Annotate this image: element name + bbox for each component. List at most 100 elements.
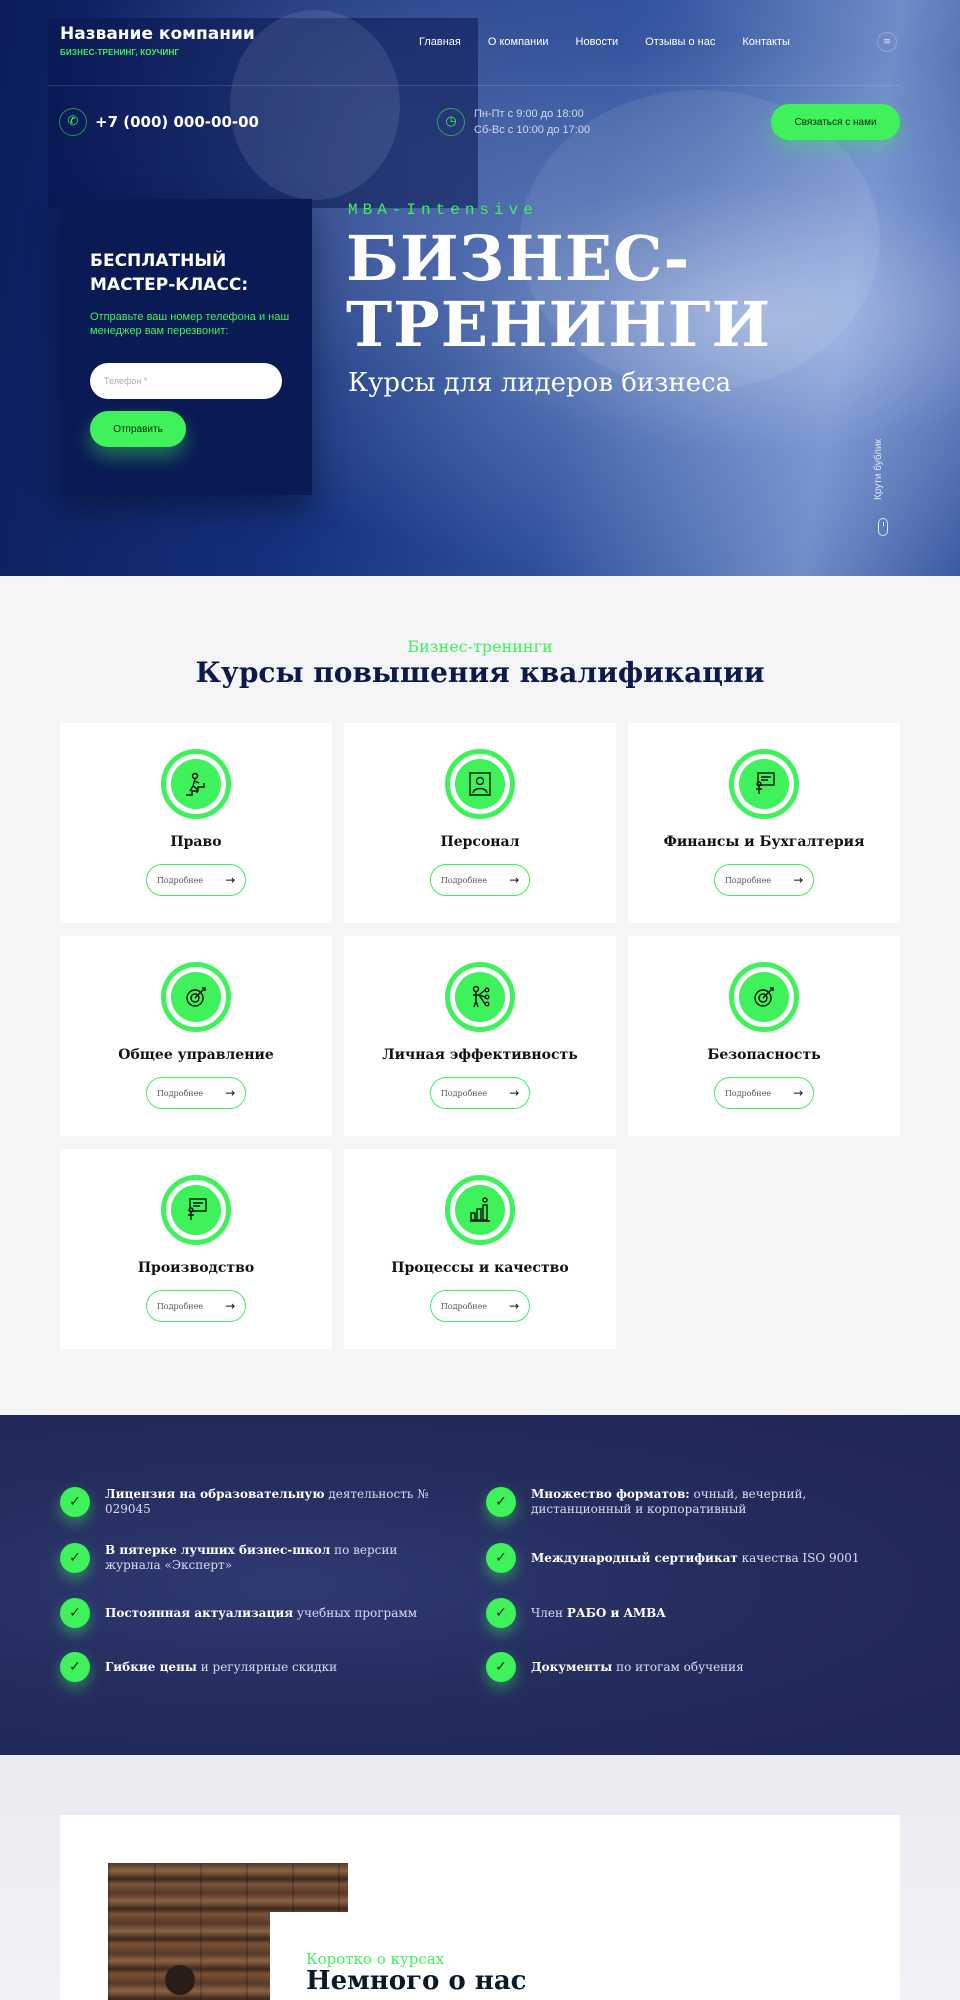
nav-home[interactable]: Главная (419, 36, 461, 48)
contact-us-button[interactable]: Связаться с нами (771, 104, 900, 140)
course-title: Производство (137, 1260, 255, 1276)
working-hours: Пн-Пт с 9:00 до 18:00 Сб-Вс с 10:00 до 1… (474, 106, 590, 138)
menu-icon[interactable]: ≡ (877, 32, 897, 52)
feature-text: Гибкие цены и регулярные скидки (105, 1660, 445, 1675)
feature-rest: качества ISO 9001 (737, 1550, 860, 1565)
course-icon-ring (445, 962, 515, 1032)
nav-reviews[interactable]: Отзывы о нас (645, 36, 715, 48)
feature-item: ✓ Множество форматов: очный, вечерний, д… (486, 1487, 901, 1517)
presentation-icon (188, 1198, 207, 1220)
course-icon-ring (729, 749, 799, 819)
main-nav: Главная О компании Новости Отзывы о нас … (419, 36, 790, 48)
course-card[interactable]: Безопасность Подробнее → (628, 936, 900, 1136)
phone-icon: ✆ (59, 108, 87, 136)
courses-kicker: Бизнес-тренинги (407, 637, 553, 656)
company-name: Название компании (60, 24, 255, 44)
course-card[interactable]: Процессы и качество Подробнее → (344, 1149, 616, 1349)
course-card[interactable]: Право Подробнее → (60, 723, 332, 923)
feature-item: ✓ Гибкие цены и регулярные скидки (60, 1652, 445, 1682)
nav-news[interactable]: Новости (576, 36, 619, 48)
course-card[interactable]: Персонал Подробнее → (344, 723, 616, 923)
course-icon-ring (161, 1175, 231, 1245)
header-divider (48, 85, 900, 86)
mouse-scroll-icon[interactable] (878, 518, 888, 536)
feature-item: ✓ Лицензия на образовательную деятельнос… (60, 1487, 445, 1517)
feature-text: Документы по итогам обучения (531, 1660, 871, 1675)
feature-item: ✓ В пятерке лучших бизнес-школ по версии… (60, 1543, 435, 1573)
growth-chart-icon (470, 1197, 490, 1222)
check-icon: ✓ (486, 1543, 516, 1573)
arrow-right-icon: → (225, 873, 236, 887)
person-icon (469, 772, 491, 796)
more-label: Подробнее (724, 1088, 772, 1098)
more-label: Подробнее (156, 1301, 204, 1311)
more-button[interactable]: Подробнее → (430, 864, 530, 896)
target-icon (186, 987, 206, 1007)
network-person-icon (472, 985, 490, 1008)
more-button[interactable]: Подробнее → (146, 1290, 246, 1322)
hours-weekdays: Пн-Пт с 9:00 до 18:00 (474, 108, 584, 120)
phone-number[interactable]: +7 (000) 000-00-00 (95, 113, 259, 131)
lead-form-text: Отправьте ваш номер телефона и наш менед… (90, 311, 290, 337)
check-icon: ✓ (60, 1652, 90, 1682)
feature-bold: Международный сертификат (531, 1550, 738, 1565)
hero-kicker: MBA-Intensive (348, 201, 538, 219)
feature-text: Международный сертификат качества ISO 90… (531, 1551, 871, 1566)
feature-bold: Гибкие цены (105, 1659, 197, 1674)
course-title: Общее управление (118, 1047, 274, 1063)
arrow-right-icon: → (509, 873, 520, 887)
company-tagline: БИЗНЕС-ТРЕНИНГ, КОУЧИНГ (60, 48, 180, 57)
feature-rest: по итогам обучения (612, 1659, 744, 1674)
more-button[interactable]: Подробнее → (430, 1290, 530, 1322)
logo[interactable]: Название компании БИЗНЕС-ТРЕНИНГ, КОУЧИН… (60, 24, 255, 57)
hero-photo-highlight (230, 10, 400, 200)
hero-subtitle: Курсы для лидеров бизнеса (348, 368, 732, 398)
course-title: Право (170, 834, 222, 850)
feature-item: ✓ Документы по итогам обучения (486, 1652, 871, 1682)
more-button[interactable]: Подробнее → (146, 1077, 246, 1109)
more-label: Подробнее (440, 875, 488, 885)
features-section: ✓ Лицензия на образовательную деятельнос… (0, 1415, 960, 1755)
more-button[interactable]: Подробнее → (430, 1077, 530, 1109)
feature-text: Постоянная актуализация учебных программ (105, 1606, 445, 1621)
feature-rest: и регулярные скидки (196, 1659, 338, 1674)
submit-button[interactable]: Отправить (90, 411, 186, 447)
check-icon: ✓ (60, 1543, 90, 1573)
course-card[interactable]: Общее управление Подробнее → (60, 936, 332, 1136)
feature-bold: Лицензия на образовательную (105, 1487, 325, 1501)
course-icon-ring (729, 962, 799, 1032)
more-button[interactable]: Подробнее → (714, 1077, 814, 1109)
course-title: Финансы и Бухгалтерия (663, 834, 865, 850)
target-icon (754, 987, 774, 1007)
feature-bold: Постоянная актуализация (105, 1605, 294, 1620)
feature-text: Лицензия на образовательную деятельность… (105, 1487, 445, 1517)
feature-bold: РАБО и AMBA (566, 1605, 666, 1620)
arrow-right-icon: → (225, 1299, 236, 1313)
feature-item: ✓ Постоянная актуализация учебных програ… (60, 1598, 445, 1628)
feature-text: В пятерке лучших бизнес-школ по версии ж… (105, 1543, 435, 1573)
course-card[interactable]: Личная эффективность Подробнее → (344, 936, 616, 1136)
arrow-right-icon: → (793, 873, 804, 887)
about-photo-person (165, 1965, 195, 1995)
course-title: Персонал (440, 834, 520, 850)
scroll-hint: Крути бублик (873, 439, 884, 500)
feature-item: ✓ Член РАБО и AMBA (486, 1598, 871, 1628)
check-icon: ✓ (486, 1652, 516, 1682)
hero-section: Название компании БИЗНЕС-ТРЕНИНГ, КОУЧИН… (0, 0, 960, 576)
course-title: Личная эффективность (382, 1047, 578, 1063)
nav-contacts[interactable]: Контакты (742, 36, 790, 48)
more-label: Подробнее (156, 1088, 204, 1098)
nav-about[interactable]: О компании (488, 36, 549, 48)
more-button[interactable]: Подробнее → (146, 864, 246, 896)
feature-item: ✓ Международный сертификат качества ISO … (486, 1543, 871, 1573)
course-icon-ring (445, 749, 515, 819)
arrow-right-icon: → (509, 1086, 520, 1100)
course-card[interactable]: Финансы и Бухгалтерия Подробнее → (628, 723, 900, 923)
check-icon: ✓ (60, 1598, 90, 1628)
phone-input[interactable] (90, 363, 282, 399)
more-label: Подробнее (724, 875, 772, 885)
course-title: Безопасность (707, 1047, 821, 1063)
course-card[interactable]: Производство Подробнее → (60, 1149, 332, 1349)
check-icon: ✓ (486, 1598, 516, 1628)
more-button[interactable]: Подробнее → (714, 864, 814, 896)
